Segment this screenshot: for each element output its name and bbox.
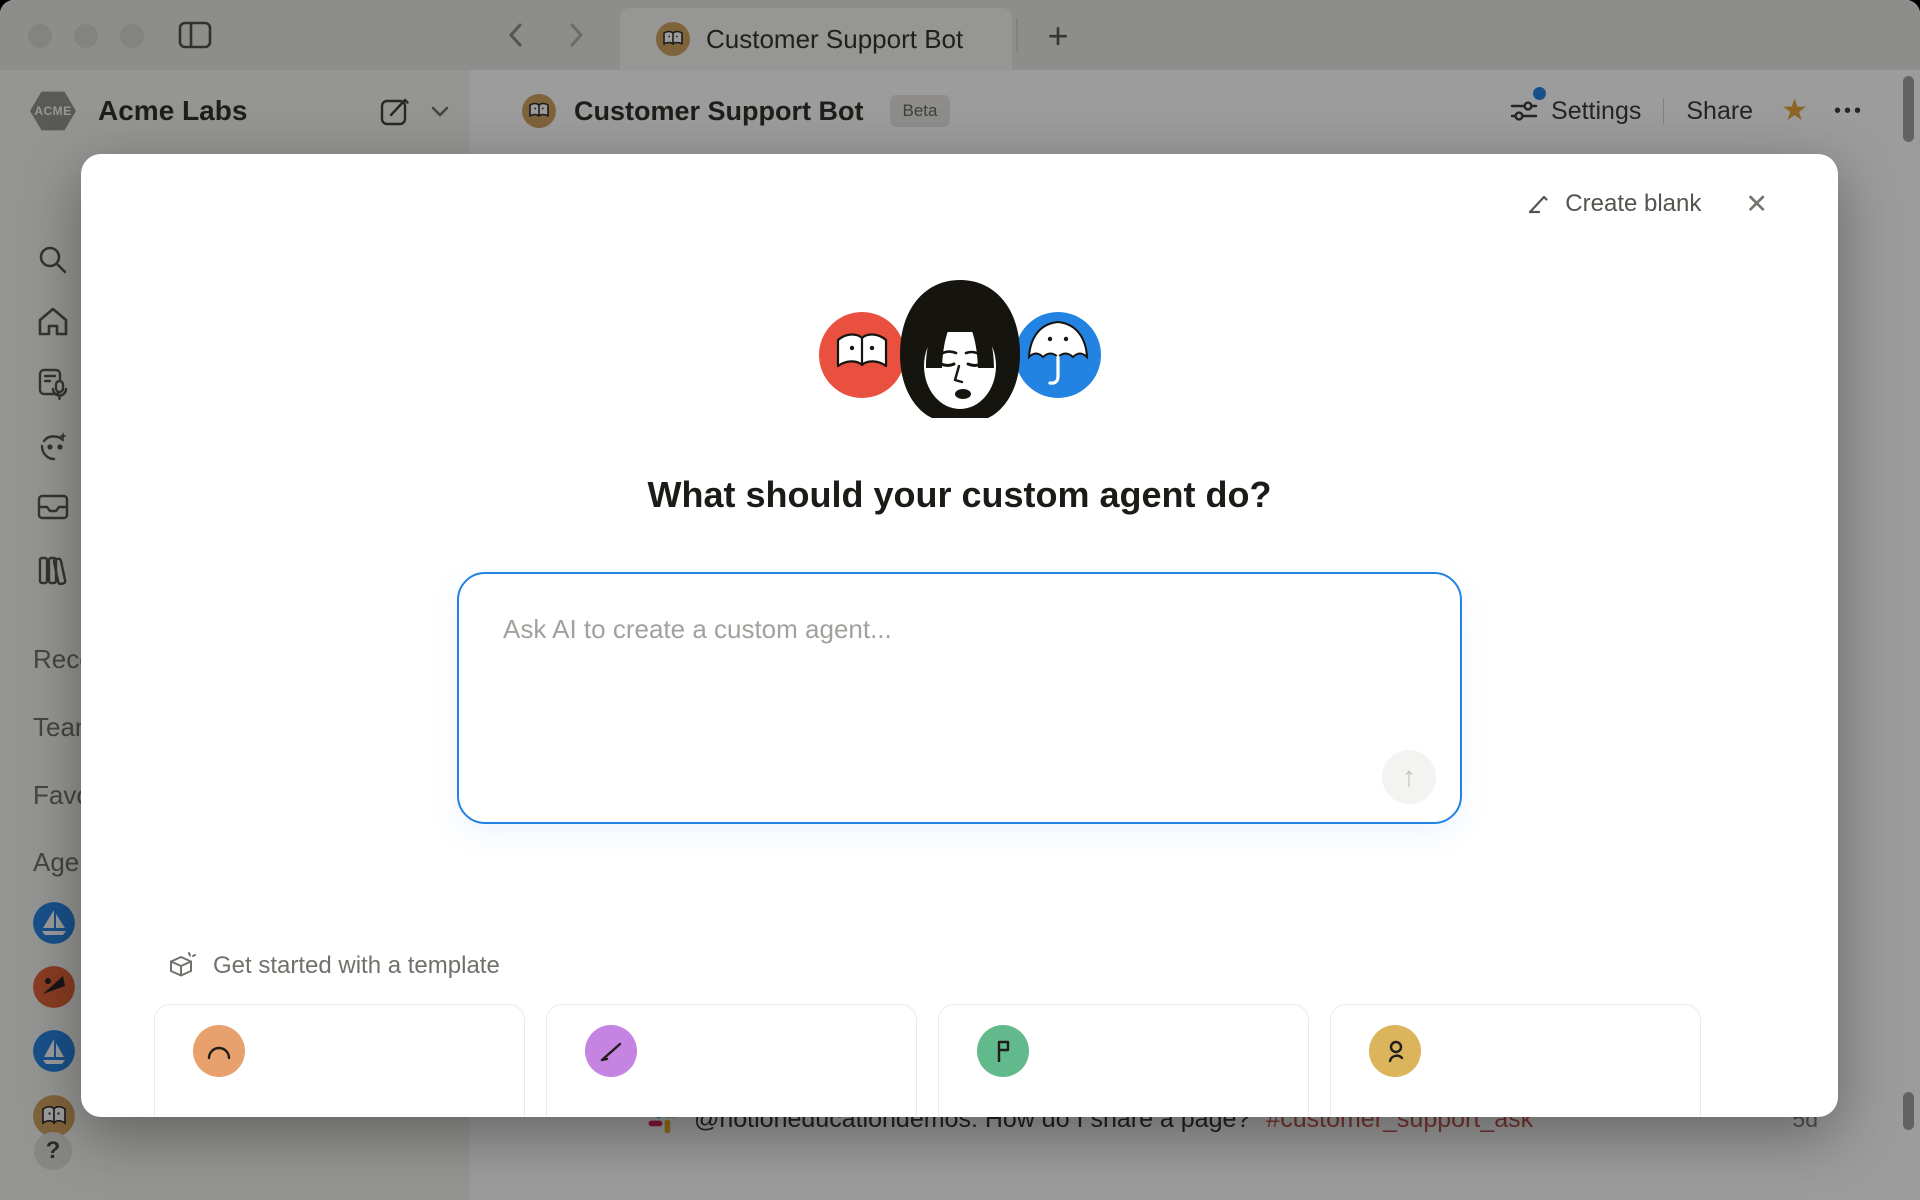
pencil-icon: [1525, 191, 1551, 217]
template-card-row: [154, 1004, 1838, 1117]
template-avatar: [193, 1025, 245, 1077]
template-card[interactable]: [938, 1004, 1309, 1117]
custom-agent-illustration: [780, 276, 1140, 446]
app-window: Customer Support Bot + ACME Acme Labs Re…: [0, 0, 1920, 1200]
template-section-label: Get started with a template: [213, 952, 500, 980]
create-blank-button[interactable]: Create blank: [1525, 190, 1701, 218]
template-avatar: [977, 1025, 1029, 1077]
template-card[interactable]: [1330, 1004, 1701, 1117]
close-icon[interactable]: ✕: [1745, 191, 1768, 218]
create-blank-label: Create blank: [1565, 190, 1701, 218]
modal-heading: What should your custom agent do?: [81, 474, 1838, 516]
template-avatar: [585, 1025, 637, 1077]
template-box-icon: [165, 950, 197, 982]
template-avatar: [1369, 1025, 1421, 1077]
submit-arrow-button[interactable]: ↑: [1382, 750, 1436, 804]
create-agent-modal: Create blank ✕: [81, 154, 1838, 1117]
agent-prompt-input[interactable]: [457, 572, 1462, 824]
template-card[interactable]: [154, 1004, 525, 1117]
template-card[interactable]: [546, 1004, 917, 1117]
